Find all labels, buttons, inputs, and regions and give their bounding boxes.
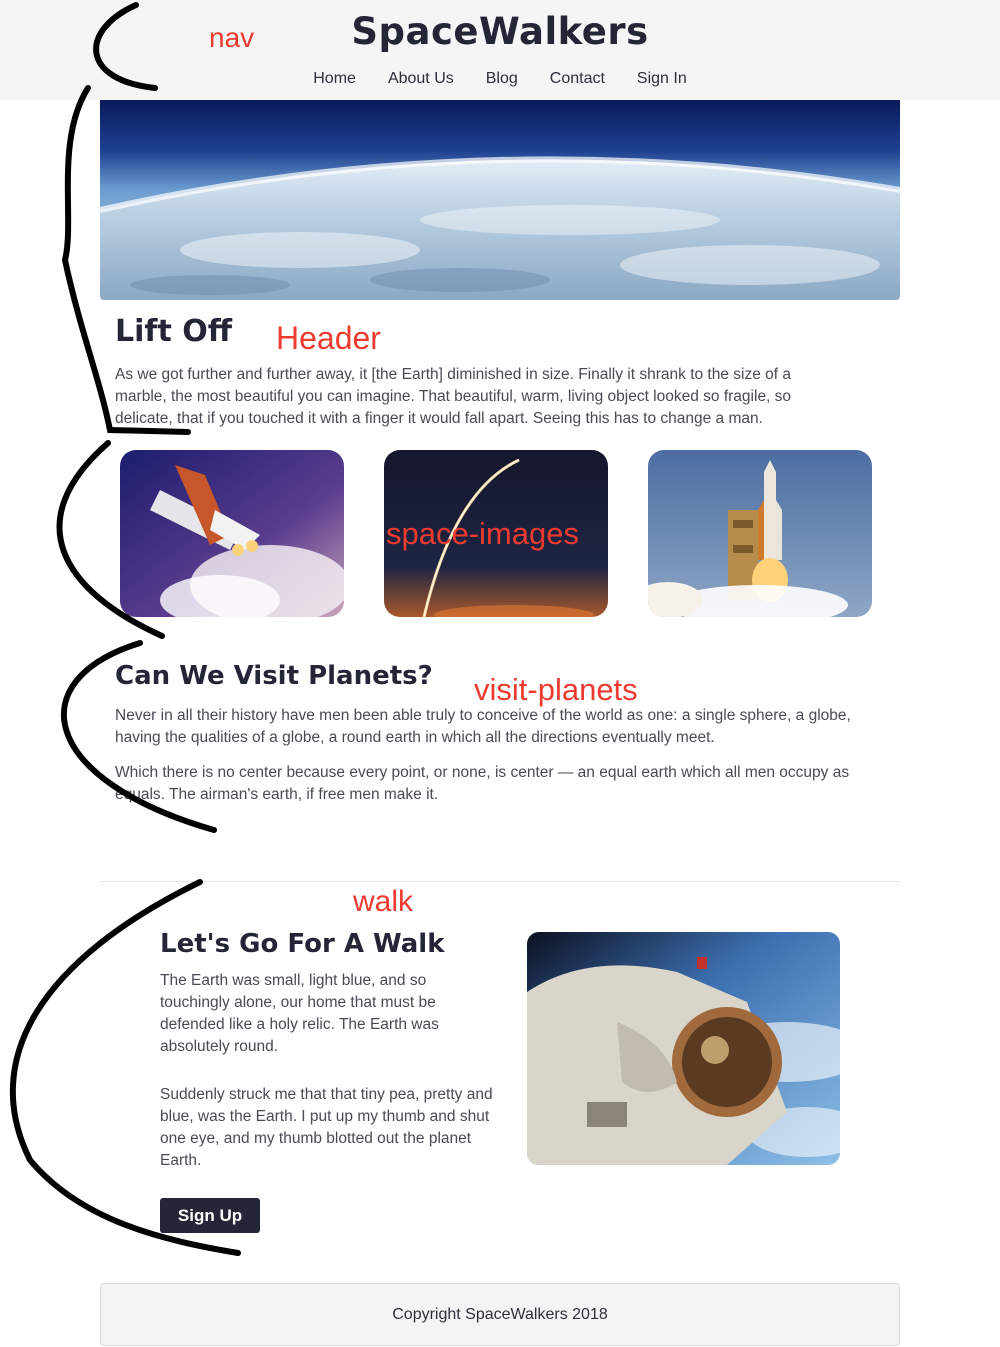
annotation-nav: nav <box>209 22 255 53</box>
nav-bar: SpaceWalkers Home About Us Blog Contact … <box>0 0 1000 100</box>
visit-planets-title: Can We Visit Planets? <box>115 661 433 691</box>
annotation-space-images: space-images <box>386 516 579 551</box>
signup-button[interactable]: Sign Up <box>160 1198 260 1233</box>
nav-link-contact[interactable]: Contact <box>534 70 621 88</box>
header-title: Lift Off <box>115 314 233 349</box>
visit-planets-paragraph-2: Which there is no center because every p… <box>115 764 850 803</box>
brand-logo[interactable]: SpaceWalkers <box>0 10 1000 53</box>
shuttle-launch-image <box>120 450 344 617</box>
annotation-walk: walk <box>353 885 414 918</box>
nav-links: Home About Us Blog Contact Sign In <box>0 70 1000 88</box>
astronaut-image <box>527 932 840 1165</box>
nav-link-about[interactable]: About Us <box>372 70 470 88</box>
nav-link-home[interactable]: Home <box>297 70 372 88</box>
annotation-header: Header <box>276 320 381 356</box>
launch-pad-image <box>648 450 872 617</box>
annotation-visit-planets: visit-planets <box>474 672 638 707</box>
footer-copyright: Copyright SpaceWalkers 2018 <box>392 1305 608 1323</box>
nav-link-signin[interactable]: Sign In <box>621 70 703 88</box>
walk-paragraph-2: Suddenly struck me that that tiny pea, p… <box>160 1086 493 1169</box>
header-paragraph: As we got further and further away, it [… <box>115 366 792 427</box>
walk-title: Let's Go For A Walk <box>160 929 445 959</box>
earth-horizon-image <box>100 100 900 300</box>
footer: Copyright SpaceWalkers 2018 <box>100 1283 900 1346</box>
section-divider <box>100 881 900 882</box>
nav-link-blog[interactable]: Blog <box>470 70 534 88</box>
visit-planets-paragraph-1: Never in all their history have men been… <box>115 707 851 746</box>
walk-paragraph-1: The Earth was small, light blue, and so … <box>160 972 439 1055</box>
